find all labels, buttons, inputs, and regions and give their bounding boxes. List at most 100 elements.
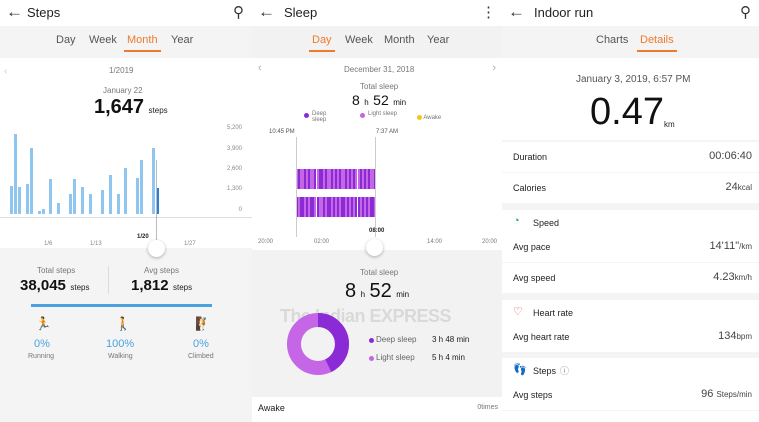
tab-year[interactable]: Year: [171, 34, 193, 46]
duration-value: 00:06:40: [709, 150, 752, 162]
steps-bar-chart[interactable]: [10, 132, 232, 214]
speed-section-header: ◔ Speed: [502, 210, 759, 234]
run-tabs: Charts Details: [502, 34, 759, 54]
selection-line: [156, 160, 157, 240]
share-icon[interactable]: ⚲: [740, 3, 751, 21]
steps-bar[interactable]: [25, 184, 29, 214]
walking-label: Walking: [108, 353, 133, 360]
sleep-h-unit: h: [364, 98, 369, 107]
awake-row[interactable]: Awake 0times: [252, 397, 502, 422]
avg-speed-unit: km/h: [734, 273, 752, 282]
light-sleep-label: Light sleep: [376, 353, 415, 362]
total-steps-label: Total steps: [37, 266, 76, 275]
summary-divider: [108, 266, 109, 294]
speed-gauge-icon: ◔: [513, 215, 520, 227]
avg-pace-unit: /km: [739, 242, 752, 251]
sleep-date: December 31, 2018: [344, 65, 415, 74]
sleep-end-time: 7:37 AM: [376, 129, 399, 135]
steps-bar[interactable]: [108, 174, 112, 214]
steps-bar[interactable]: [88, 193, 92, 214]
steps-bar[interactable]: [124, 168, 128, 214]
selected-steps: 1,647 steps: [94, 96, 168, 119]
chart-scrubber-handle[interactable]: [148, 240, 165, 257]
steps-bar[interactable]: [116, 193, 120, 214]
page-title: Steps: [27, 5, 61, 20]
prev-day-icon[interactable]: ‹: [258, 62, 262, 74]
climbed-label: Climbed: [188, 353, 214, 360]
page-title: Sleep: [284, 5, 318, 20]
calories-value: 24kcal: [726, 181, 752, 193]
sleep-start-time: 10:45 PM: [269, 129, 295, 135]
tab-day[interactable]: Day: [309, 34, 335, 52]
steps-bar[interactable]: [69, 193, 73, 214]
tab-month[interactable]: Month: [384, 34, 415, 46]
sleep-min-unit: min: [393, 98, 407, 107]
avg-steps-value: 96 Steps/min: [701, 388, 752, 400]
tab-details[interactable]: Details: [637, 34, 677, 52]
steps-bar[interactable]: [49, 179, 53, 214]
steps-section-header: 👣 Steps ⓘ: [502, 358, 759, 382]
x-tick: 1/27: [184, 241, 196, 247]
sleep-chart-card: ‹ December 31, 2018 › Total sleep 8 h 52…: [252, 58, 502, 250]
chart-scrubber-handle[interactable]: [366, 239, 383, 256]
tab-week[interactable]: Week: [89, 34, 117, 46]
steps-bar[interactable]: [41, 209, 45, 214]
light-sleep-value: 5 h 4 min: [432, 353, 465, 362]
legend-light-label: Light sleep: [368, 111, 398, 117]
back-arrow-icon[interactable]: ←: [6, 2, 23, 22]
avg-pace-value: 14'11"/km: [709, 240, 752, 252]
page-title: Indoor run: [534, 5, 594, 20]
steps-bar[interactable]: [13, 133, 17, 214]
x-axis-line: [0, 217, 252, 218]
legend-deep: Deep sleep: [304, 111, 342, 123]
info-icon[interactable]: ⓘ: [560, 364, 569, 377]
x-tick: 20:00: [482, 239, 498, 245]
share-icon[interactable]: ⚲: [233, 3, 244, 21]
y-tick: 3,900: [226, 146, 242, 152]
steps-bar[interactable]: [10, 185, 13, 214]
back-arrow-icon[interactable]: ←: [258, 2, 275, 22]
steps-panel: ← Steps ⚲ Day Week Month Year ‹ 1/2019 J…: [0, 0, 252, 422]
legend-light: Light sleep: [360, 111, 398, 118]
x-tick: 1/6: [44, 241, 53, 247]
steps-bar[interactable]: [57, 202, 61, 214]
sleep-stage-chart[interactable]: [296, 135, 376, 221]
steps-bar[interactable]: [152, 147, 156, 214]
awake-value: 0times: [477, 404, 498, 411]
tab-charts[interactable]: Charts: [596, 34, 628, 46]
duration-label: Duration: [513, 152, 548, 162]
avg-heart-rate-number: 134: [718, 330, 737, 342]
y-tick: 0: [238, 207, 242, 213]
avg-steps-row: Avg steps 96 Steps/min: [502, 380, 759, 410]
next-day-icon[interactable]: ›: [492, 62, 496, 74]
steps-bar[interactable]: [37, 210, 41, 214]
prev-period-icon[interactable]: ‹: [4, 66, 7, 77]
x-tick: 1/13: [90, 241, 102, 247]
steps-bar[interactable]: [29, 147, 33, 214]
sleep-hours: 8: [352, 92, 360, 108]
avg-pace-number: 14'11": [709, 240, 740, 252]
avg-speed-row: Avg speed 4.23km/h: [502, 263, 759, 293]
back-arrow-icon[interactable]: ←: [508, 2, 525, 22]
steps-bar[interactable]: [17, 187, 21, 214]
more-options-icon[interactable]: ⋮: [481, 3, 496, 21]
avg-speed-label: Avg speed: [513, 273, 556, 283]
period-tabs: Day Week Month Year: [252, 34, 502, 54]
total-steps-unit: steps: [70, 283, 90, 292]
sleep-minutes-2: 52: [369, 280, 392, 302]
tab-month[interactable]: Month: [124, 34, 161, 52]
x-tick: 20:00: [258, 239, 274, 245]
steps-bar[interactable]: [140, 160, 144, 214]
calories-row: Calories 24kcal: [502, 173, 759, 203]
x-tick: 14:00: [427, 239, 443, 245]
steps-bar[interactable]: [100, 190, 104, 214]
sleep-h-unit-2: h: [360, 290, 366, 299]
tab-year[interactable]: Year: [427, 34, 449, 46]
tab-day[interactable]: Day: [56, 34, 76, 46]
steps-bar[interactable]: [73, 179, 77, 214]
tab-week[interactable]: Week: [345, 34, 373, 46]
x-tick-selected: 1/20: [137, 234, 149, 240]
steps-bar[interactable]: [136, 177, 140, 214]
steps-bar[interactable]: [81, 187, 85, 214]
sleep-minutes: 52: [373, 92, 389, 108]
